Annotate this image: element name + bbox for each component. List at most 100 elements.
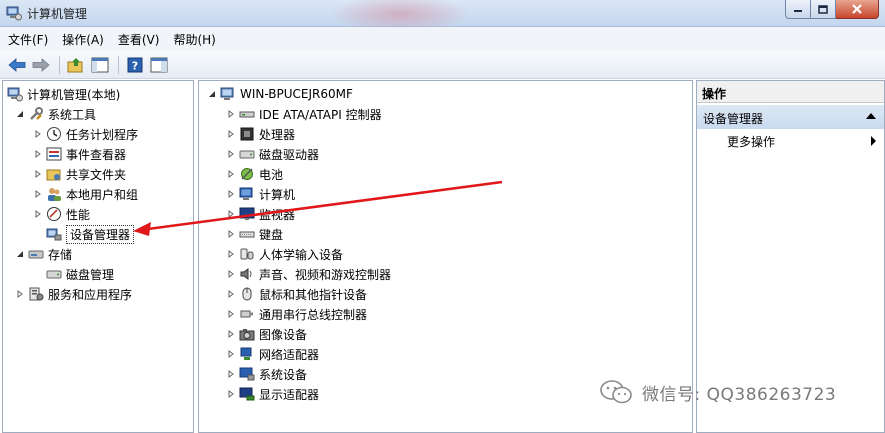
help-button[interactable]: ? [124,55,146,75]
device-category-label: 监视器 [259,207,296,222]
device-category-computer[interactable]: 计算机 [226,184,295,204]
maximize-icon [818,4,828,14]
menu-help[interactable]: 帮助(H) [173,31,215,48]
device-category-imaging[interactable]: 图像设备 [226,324,307,344]
collapse-up-icon[interactable] [866,113,876,119]
tree-item-root[interactable]: 计算机管理(本地) [7,84,120,104]
show-hide-tree-button[interactable] [89,55,111,75]
collapsed-triangle-icon[interactable] [33,129,43,139]
toolbar-separator [59,55,60,74]
tree-item-label: 存储 [48,247,73,262]
device-category-label: 通用串行总线控制器 [259,307,368,322]
device-category-label: 鼠标和其他指针设备 [259,287,368,302]
tree-item-task-scheduler[interactable]: 任务计划程序 [33,124,138,144]
window-controls [785,0,879,20]
performance-icon [46,206,62,222]
collapsed-triangle-icon[interactable] [226,149,236,159]
event-viewer-icon [46,146,62,162]
show-hide-action-pane-button[interactable] [148,55,170,75]
tree-item-label: 本地用户和组 [66,187,139,202]
collapsed-triangle-icon[interactable] [226,249,236,259]
menu-file[interactable]: 文件(F) [8,31,48,48]
tree-item-system-tools[interactable]: 系统工具 [15,104,96,124]
collapsed-triangle-icon[interactable] [226,189,236,199]
device-category-battery[interactable]: 电池 [226,164,283,184]
shared-folder-icon [46,166,62,182]
menu-view[interactable]: 查看(V) [118,31,160,48]
device-category-label: 声音、视频和游戏控制器 [259,267,392,282]
collapsed-triangle-icon[interactable] [226,289,236,299]
collapsed-triangle-icon[interactable] [33,169,43,179]
minimize-button[interactable] [785,0,811,19]
tree-item-label: 磁盘管理 [66,267,115,282]
collapsed-triangle-icon[interactable] [226,229,236,239]
system-device-icon [239,366,255,382]
back-button[interactable] [6,55,28,75]
device-category-label: 计算机 [259,187,296,202]
maximize-button[interactable] [811,0,836,19]
device-category-hid[interactable]: 人体学输入设备 [226,244,343,264]
expanded-triangle-icon[interactable] [207,89,217,99]
up-folder-button[interactable] [65,55,87,75]
collapsed-triangle-icon[interactable] [226,329,236,339]
tree-item-services-apps[interactable]: 服务和应用程序 [15,284,132,304]
console-tree-icon [91,57,109,72]
action-pane-icon [150,57,168,72]
device-category-keyboard[interactable]: 键盘 [226,224,283,244]
computer-name-label: WIN-BPUCEJR60MF [240,87,353,101]
collapsed-triangle-icon[interactable] [226,309,236,319]
device-category-monitors[interactable]: 监视器 [226,204,295,224]
collapsed-triangle-icon[interactable] [226,169,236,179]
device-category-label: 人体学输入设备 [259,247,344,262]
tree-item-storage[interactable]: 存储 [15,244,72,264]
collapsed-triangle-icon[interactable] [33,149,43,159]
expanded-triangle-icon[interactable] [15,109,25,119]
device-category-processor[interactable]: 处理器 [226,124,295,144]
computer-icon [239,186,255,202]
wechat-icon [600,380,632,404]
device-manager-icon [46,226,62,242]
tree-item-local-users-groups[interactable]: 本地用户和组 [33,184,138,204]
tree-item-label: 事件查看器 [66,147,127,162]
window-title: 计算机管理 [27,7,88,21]
submenu-arrow-icon[interactable] [871,136,876,146]
tree-item-device-manager[interactable]: 设备管理器 [46,224,135,244]
device-category-usb[interactable]: 通用串行总线控制器 [226,304,367,324]
collapsed-triangle-icon[interactable] [226,389,236,399]
collapsed-triangle-icon[interactable] [33,189,43,199]
device-category-sound[interactable]: 声音、视频和游戏控制器 [226,264,391,284]
close-button[interactable] [836,0,879,19]
collapsed-triangle-icon[interactable] [226,269,236,279]
device-category-disk-drives[interactable]: 磁盘驱动器 [226,144,319,164]
actions-group-device-manager[interactable]: 设备管理器 [697,105,884,129]
menu-action[interactable]: 操作(A) [62,31,104,48]
collapsed-triangle-icon[interactable] [226,349,236,359]
title-bar: 计算机管理 [0,0,885,34]
actions-group-label: 设备管理器 [703,112,764,126]
tree-item-performance[interactable]: 性能 [33,204,90,224]
device-category-display[interactable]: 显示适配器 [226,384,319,404]
watermark: 微信号: QQ386263723 [598,378,836,406]
more-actions-item[interactable]: 更多操作 [727,133,775,150]
tree-item-label: 任务计划程序 [66,127,139,142]
device-category-label: 系统设备 [259,367,308,382]
forward-button[interactable] [30,55,52,75]
collapsed-triangle-icon[interactable] [226,209,236,219]
tree-item-event-viewer[interactable]: 事件查看器 [33,144,126,164]
tree-item-disk-management[interactable]: 磁盘管理 [46,264,114,284]
device-category-network[interactable]: 网络适配器 [226,344,319,364]
device-category-mouse[interactable]: 鼠标和其他指针设备 [226,284,367,304]
device-category-ide[interactable]: IDE ATA/ATAPI 控制器 [226,104,382,124]
device-category-system[interactable]: 系统设备 [226,364,307,384]
collapsed-triangle-icon[interactable] [226,129,236,139]
device-tree-root[interactable]: WIN-BPUCEJR60MF [207,84,353,104]
collapsed-triangle-icon[interactable] [226,109,236,119]
collapsed-triangle-icon[interactable] [15,289,25,299]
expanded-triangle-icon[interactable] [15,249,25,259]
disk-management-icon [46,266,62,282]
collapsed-triangle-icon[interactable] [33,209,43,219]
tree-item-shared-folders[interactable]: 共享文件夹 [33,164,126,184]
collapsed-triangle-icon[interactable] [226,369,236,379]
forward-arrow-icon [32,57,50,72]
tree-item-label: 设备管理器 [66,224,135,244]
